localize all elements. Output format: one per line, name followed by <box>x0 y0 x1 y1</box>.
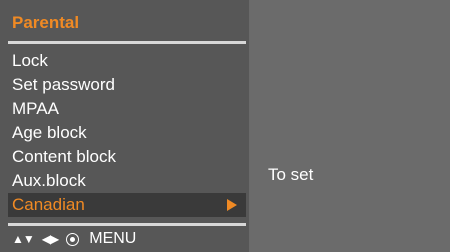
triangle-right-icon <box>227 199 237 211</box>
ok-circle-icon <box>66 232 80 246</box>
parental-menu-panel: Parental Lock Set password MPAA Age bloc… <box>0 0 249 252</box>
navigation-hint-bar: ▲▼ ◀▶ MENU <box>12 228 136 250</box>
left-right-arrows-icon: ◀▶ <box>41 232 59 246</box>
menu-item-label: Canadian <box>12 195 85 214</box>
menu-title: Parental <box>12 13 80 32</box>
footer-divider <box>8 223 246 226</box>
menu-list: Lock Set password MPAA Age block Content… <box>8 49 246 217</box>
menu-item-label: Set password <box>12 75 115 94</box>
menu-item-label: Aux.block <box>12 171 86 190</box>
menu-label: MENU <box>89 230 137 247</box>
menu-item-label: Age block <box>12 123 87 142</box>
menu-item-label: MPAA <box>12 99 59 118</box>
menu-item-set-password[interactable]: Set password <box>8 73 246 97</box>
menu-item-age-block[interactable]: Age block <box>8 121 246 145</box>
menu-item-label: Content block <box>12 147 116 166</box>
menu-item-mpaa[interactable]: MPAA <box>8 97 246 121</box>
menu-item-label: Lock <box>12 51 48 70</box>
title-divider <box>8 41 246 44</box>
menu-item-content-block[interactable]: Content block <box>8 145 246 169</box>
detail-panel: To set <box>250 0 450 252</box>
menu-item-lock[interactable]: Lock <box>8 49 246 73</box>
menu-item-canadian[interactable]: Canadian <box>8 193 246 217</box>
menu-item-aux-block[interactable]: Aux.block <box>8 169 246 193</box>
up-down-arrows-icon: ▲▼ <box>12 232 35 246</box>
to-set-hint: To set <box>268 165 314 184</box>
